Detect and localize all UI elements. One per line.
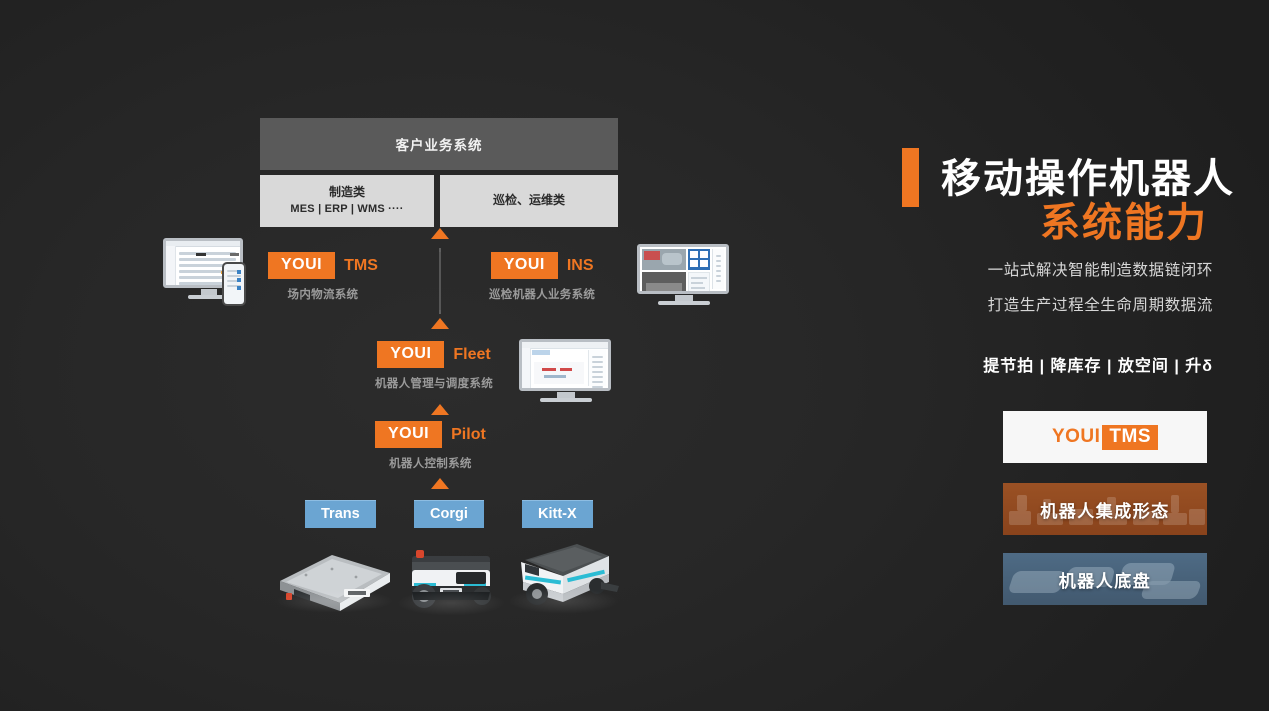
chassis-chip-label: Kitt-X [538, 506, 577, 522]
robot-image-corgi [396, 540, 506, 618]
inspection-title: 巡检、运维类 [492, 193, 565, 208]
arrow-up-to-customer-icon [431, 228, 449, 239]
chassis-chip-kittx[interactable]: Kitt-X [522, 500, 593, 528]
card-youi-tms[interactable]: YOUI TMS [1003, 411, 1207, 463]
page-title-line2: 系统能力 [1040, 201, 1208, 245]
product-name: Pilot [451, 425, 486, 443]
manufacturing-title: 制造类 [328, 185, 365, 200]
robot-image-kittx [505, 534, 620, 616]
card-tms-logo-tms: TMS [1102, 424, 1159, 450]
screenshot-fleet-dispatch-console [519, 339, 613, 403]
card-tms-logo: YOUI TMS [1051, 424, 1159, 450]
robot-image-trans [270, 545, 398, 615]
subtitle-line2: 打造生产过程全生命周期数据流 [987, 297, 1213, 314]
card-chassis-label: 机器人底盘 [1058, 571, 1152, 591]
product-description: 机器人管理与调度系统 [375, 378, 493, 391]
title-accent-bar [902, 148, 919, 207]
customer-subsystem-row: 制造类 MES | ERP | WMS ···· 巡检、运维类 [260, 175, 618, 227]
product-youi-ins-logo: YOUI INS [490, 252, 594, 280]
arrow-up-to-pilot-icon [431, 478, 449, 489]
subtitle-line1: 一站式解决智能制造数据链闭环 [987, 262, 1213, 279]
youi-badge: YOUI [377, 341, 445, 369]
screenshot-tms-desktop-and-phone [163, 238, 255, 306]
product-description: 巡检机器人业务系统 [489, 289, 596, 302]
card-integration-label: 机器人集成形态 [1040, 501, 1170, 521]
chassis-chip-label: Corgi [430, 506, 468, 522]
product-youi-fleet-logo: YOUI Fleet [377, 341, 491, 369]
card-robot-chassis[interactable]: 机器人底盘 [1003, 553, 1207, 605]
product-youi-pilot[interactable]: YOUI Pilot 机器人控制系统 [375, 421, 486, 471]
chassis-chip-label: Trans [321, 506, 360, 522]
product-youi-tms[interactable]: YOUI TMS 场内物流系统 [268, 252, 378, 302]
card-robot-integration[interactable]: 机器人集成形态 [1003, 483, 1207, 535]
chassis-chip-trans[interactable]: Trans [305, 500, 376, 528]
arrow-up-to-fleet-icon [431, 404, 449, 415]
product-name: Fleet [453, 345, 491, 363]
kpi-line: 提节拍 | 降库存 | 放空间 | 升δ [983, 358, 1213, 375]
youi-badge: YOUI [375, 421, 443, 449]
product-description: 机器人控制系统 [389, 458, 472, 471]
product-youi-fleet[interactable]: YOUI Fleet 机器人管理与调度系统 [375, 341, 493, 391]
youi-badge: YOUI [490, 252, 558, 280]
product-name: TMS [344, 256, 378, 274]
product-youi-tms-logo: YOUI TMS [268, 252, 378, 280]
product-youi-ins[interactable]: YOUI INS 巡检机器人业务系统 [489, 252, 595, 302]
manufacturing-subtitle: MES | ERP | WMS ···· [290, 202, 404, 215]
youi-badge: YOUI [268, 252, 336, 280]
arrow-up-to-products-icon [431, 318, 449, 329]
product-name: INS [566, 256, 594, 274]
card-tms-logo-youi: YOUI [1051, 426, 1101, 447]
customer-subsystem-inspection: 巡检、运维类 [440, 175, 618, 227]
divider-tms-ins [439, 252, 441, 310]
product-youi-pilot-logo: YOUI Pilot [375, 421, 486, 449]
customer-subsystem-manufacturing: 制造类 MES | ERP | WMS ···· [260, 175, 434, 227]
slide-canvas: 客户业务系统 制造类 MES | ERP | WMS ···· 巡检、运维类 Y… [0, 0, 1269, 711]
chassis-chip-corgi[interactable]: Corgi [414, 500, 484, 528]
product-description: 场内物流系统 [287, 289, 359, 302]
customer-system-box: 客户业务系统 [260, 118, 618, 170]
customer-system-title: 客户业务系统 [395, 138, 483, 153]
